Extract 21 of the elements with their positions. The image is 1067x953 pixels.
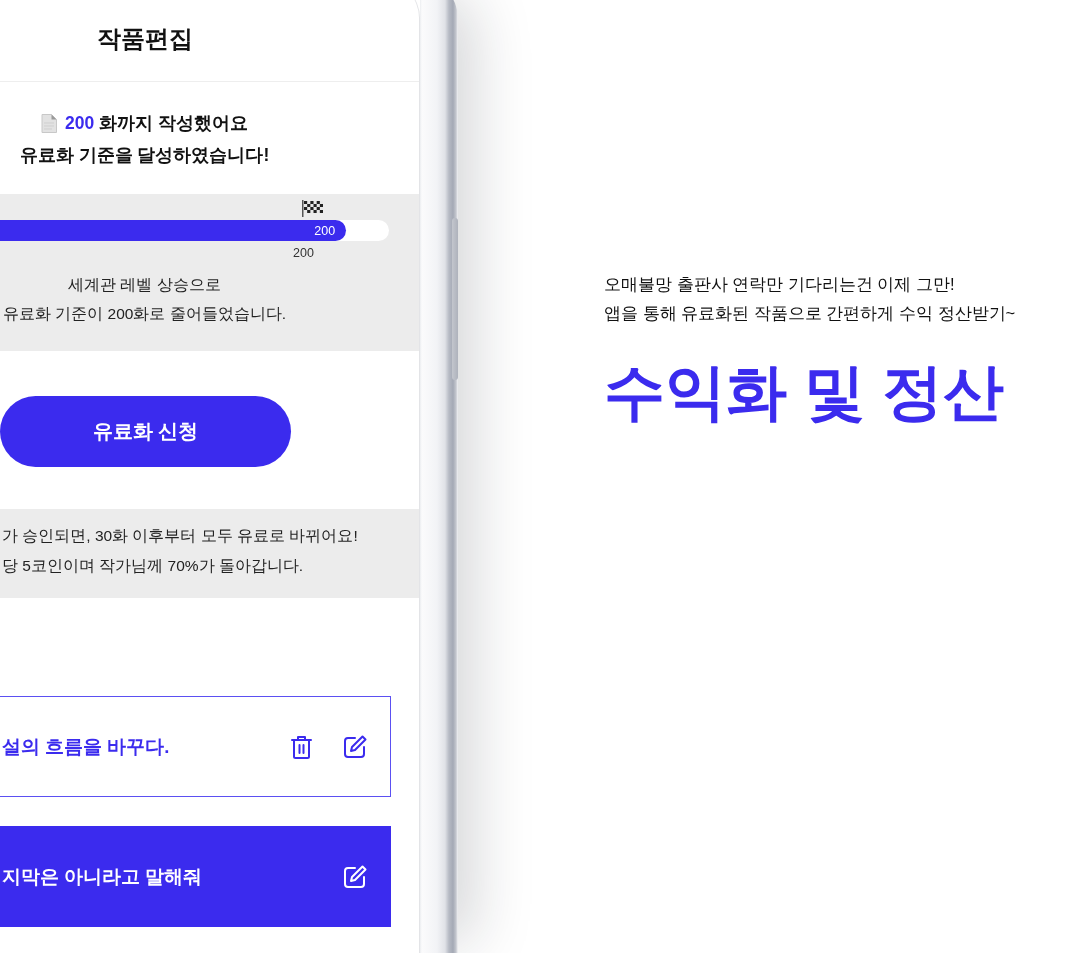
apply-button[interactable]: 유료화 신청 bbox=[0, 396, 291, 467]
progress-note: 세계관 레벨 상승으로 유료화 기준이 200화로 줄어들었습니다. bbox=[1, 275, 288, 324]
episode-card[interactable]: 설의 흐름을 바꾸다. bbox=[0, 696, 391, 797]
document-icon bbox=[41, 113, 58, 133]
edit-icon[interactable] bbox=[344, 865, 367, 888]
promo-headline: 수익화 및 정산 bbox=[604, 357, 1005, 428]
summary-message: 유료화 기준을 달성하였습니다! bbox=[19, 144, 270, 167]
info-text: 당 5코인이며 작가님께 70%가 돌아갑니다. bbox=[2, 556, 305, 576]
summary-text: 200 화까지 작성했어요 bbox=[65, 112, 248, 135]
promo-text: 오매불망 출판사 연락만 기다리는건 이제 그만! bbox=[604, 274, 956, 295]
episode-title: 지막은 아니라고 말해줘 bbox=[2, 865, 204, 889]
info-text: 가 승인되면, 30화 이후부터 모두 유료로 바뀌어요! bbox=[2, 526, 359, 546]
promo-text: 앱을 통해 유료화된 작품으로 간편하게 수익 정산받기~ bbox=[604, 303, 1016, 324]
goal-label: 200 bbox=[293, 245, 314, 261]
episode-title: 설의 흐름을 바꾸다. bbox=[2, 735, 171, 759]
episode-card[interactable]: 지막은 아니라고 말해줘 bbox=[0, 826, 391, 927]
edit-icon[interactable] bbox=[344, 735, 367, 758]
checkered-flag-icon bbox=[302, 200, 323, 217]
progress-value: 200 bbox=[314, 223, 336, 238]
screen-title: 작품편집 bbox=[96, 23, 193, 54]
trash-icon[interactable] bbox=[291, 734, 312, 759]
